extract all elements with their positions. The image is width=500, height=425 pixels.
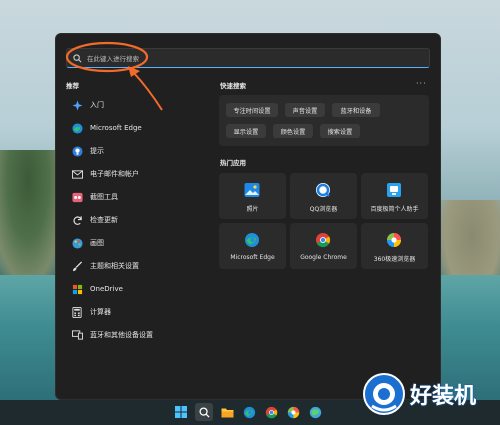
360-browser-icon — [385, 231, 403, 249]
mail-icon — [71, 168, 83, 180]
onedrive-icon — [71, 283, 83, 295]
recommended-item-label: Microsoft Edge — [90, 124, 142, 132]
edge-icon — [71, 122, 83, 134]
photos-icon — [243, 181, 261, 199]
quick-search-chip-search[interactable]: 搜索设置 — [320, 124, 360, 138]
paint-icon — [71, 237, 83, 249]
app-tile-photos[interactable]: 照片 — [219, 173, 286, 219]
app-tile-qq-browser[interactable]: QQ浏览器 — [290, 173, 357, 219]
watermark: 好装机 — [362, 372, 476, 416]
app-tile-baidu-assistant[interactable]: 百度极简个人助手 — [361, 173, 428, 219]
recommended-item-onedrive[interactable]: OneDrive — [66, 279, 216, 299]
quick-search-chip-bluetooth[interactable]: 蓝牙和设备 — [332, 103, 380, 117]
watermark-text: 好装机 — [410, 384, 477, 409]
edge-icon[interactable] — [240, 403, 258, 421]
quick-search-title: 快速搜索 — [220, 82, 246, 90]
app-tile-edge[interactable]: Microsoft Edge — [219, 223, 286, 269]
recommended-item-label: 计算器 — [90, 308, 111, 316]
more-options-button[interactable]: ··· — [416, 79, 427, 88]
get-started-icon — [71, 99, 83, 111]
app-tile-label: QQ浏览器 — [309, 206, 338, 213]
app-tile-label: 照片 — [246, 206, 259, 213]
recommended-item-label: 提示 — [90, 147, 104, 155]
brush-icon — [71, 260, 83, 272]
top-apps-title: 热门应用 — [220, 159, 246, 167]
recommended-item-update[interactable]: 检查更新 — [66, 210, 216, 230]
quick-search-chip-focus[interactable]: 专注时间设置 — [226, 103, 278, 117]
qq-browser-icon — [314, 181, 332, 199]
app-tile-360-browser[interactable]: 360极速浏览器 — [361, 223, 428, 269]
search-icon[interactable] — [195, 403, 213, 421]
360-browser-icon[interactable] — [284, 403, 302, 421]
recommended-item-label: OneDrive — [90, 285, 123, 293]
recommended-item-calculator[interactable]: 计算器 — [66, 302, 216, 322]
quick-search-chip-color[interactable]: 颜色设置 — [273, 124, 313, 138]
edge-icon — [243, 231, 261, 249]
recommended-item-label: 电子邮件和帐户 — [90, 170, 139, 178]
app-tile-label: 360极速浏览器 — [373, 256, 416, 263]
recommended-item-label: 截图工具 — [90, 193, 118, 201]
baidu-assistant-icon — [385, 181, 403, 199]
browser-icon[interactable] — [306, 403, 324, 421]
chrome-icon — [314, 231, 332, 249]
watermark-logo-icon — [363, 373, 405, 415]
bluetooth-devices-icon — [71, 329, 83, 341]
recommended-item-label: 入门 — [90, 101, 104, 109]
snipping-tool-icon — [71, 191, 83, 203]
app-tile-label: 百度极简个人助手 — [370, 206, 419, 213]
recommended-item-paint[interactable]: 画图 — [66, 233, 216, 253]
file-explorer-icon[interactable] — [218, 403, 236, 421]
recommended-item-label: 检查更新 — [90, 216, 118, 224]
app-tile-label: Microsoft Edge — [230, 254, 275, 261]
recommended-item-label: 主题和相关设置 — [90, 262, 139, 270]
recommended-item-tips[interactable]: 提示 — [66, 141, 216, 161]
app-tile-chrome[interactable]: Google Chrome — [290, 223, 357, 269]
chrome-icon[interactable] — [262, 403, 280, 421]
calculator-icon — [71, 306, 83, 318]
update-icon — [71, 214, 83, 226]
recommended-item-mail[interactable]: 电子邮件和帐户 — [66, 164, 216, 184]
recommended-item-snipping-tool[interactable]: 截图工具 — [66, 187, 216, 207]
tips-icon — [71, 145, 83, 157]
recommended-item-edge[interactable]: Microsoft Edge — [66, 118, 216, 138]
app-tile-label: Google Chrome — [300, 254, 347, 261]
recommended-item-label: 蓝牙和其他设备设置 — [90, 331, 153, 339]
search-input[interactable]: 在此键入进行搜索 — [66, 48, 430, 68]
recommended-title: 推荐 — [66, 82, 79, 90]
recommended-item-bluetooth-devices[interactable]: 蓝牙和其他设备设置 — [66, 325, 216, 345]
windows-start-icon[interactable] — [172, 403, 190, 421]
search-placeholder: 在此键入进行搜索 — [87, 55, 139, 63]
recommended-item-themes[interactable]: 主题和相关设置 — [66, 256, 216, 276]
quick-search-chip-display[interactable]: 显示设置 — [226, 124, 266, 138]
quick-search-chip-sound[interactable]: 声音设置 — [285, 103, 325, 117]
search-icon — [73, 53, 82, 62]
recommended-item-label: 画图 — [90, 239, 104, 247]
recommended-item-get-started[interactable]: 入门 — [66, 95, 216, 115]
